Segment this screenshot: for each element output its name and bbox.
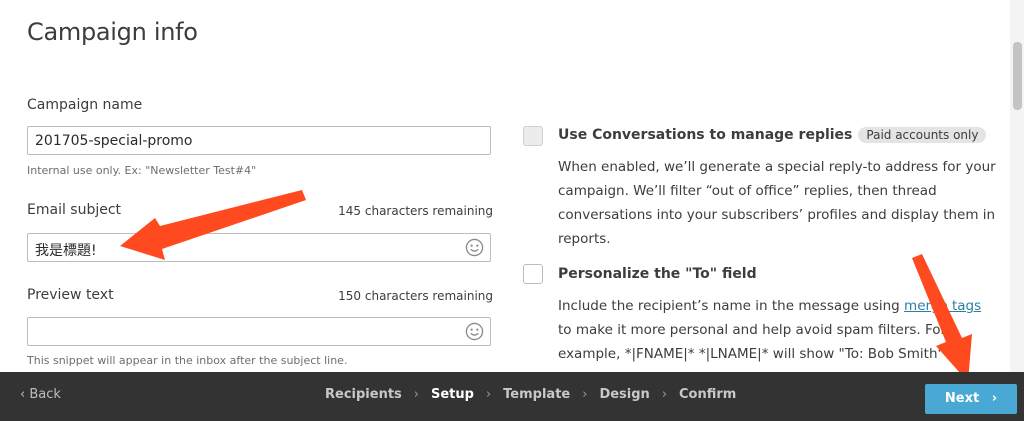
step-separator-icon: › xyxy=(661,387,668,402)
personalize-desc-part2: to make it more personal and help avoid … xyxy=(558,322,961,362)
campaign-name-value: 201705-special-promo xyxy=(35,133,193,149)
merge-tags-link[interactable]: merge tags xyxy=(904,298,981,314)
email-subject-value: 我是標題! xyxy=(35,243,97,259)
chevron-right-icon: › xyxy=(991,391,998,406)
preview-text-input[interactable] xyxy=(27,317,491,346)
scrollbar-thumb[interactable] xyxy=(1013,42,1022,110)
conversations-label-text: Use Conversations to manage replies xyxy=(558,127,853,143)
step-separator-icon: › xyxy=(485,387,492,402)
preview-text-label: Preview text xyxy=(27,287,114,303)
preview-text-remaining: 150 characters remaining xyxy=(338,289,493,303)
step-navigation: Recipients › Setup › Template › Design › Confirm xyxy=(325,387,736,402)
step-separator-icon: › xyxy=(413,387,419,402)
scrollbar[interactable] xyxy=(1010,0,1024,372)
campaign-name-hint: Internal use only. Ex: "Newsletter Test#… xyxy=(27,164,257,177)
personalize-desc-part1: Include the recipient’s name in the mess… xyxy=(558,298,905,314)
email-subject-label: Email subject xyxy=(27,202,122,218)
personalize-checkbox[interactable] xyxy=(523,264,543,284)
step-confirm[interactable]: Confirm xyxy=(679,387,736,402)
email-subject-input[interactable]: 我是標題! xyxy=(27,233,491,262)
footer-bar: ‹ Back Recipients › Setup › Template › Design ›… xyxy=(0,372,1024,421)
smiley-icon[interactable] xyxy=(465,322,484,341)
conversations-label: Use Conversations to manage replies Paid … xyxy=(558,127,987,143)
step-template[interactable]: Template xyxy=(503,387,570,402)
step-recipients[interactable]: Recipients xyxy=(325,387,402,402)
step-setup[interactable]: Setup xyxy=(431,387,474,402)
campaign-name-input[interactable]: 201705-special-promo xyxy=(27,126,491,155)
smiley-icon[interactable] xyxy=(465,238,484,257)
personalize-description: Include the recipient’s name in the mess… xyxy=(558,294,998,372)
next-button[interactable]: Next › xyxy=(925,384,1017,414)
conversations-checkbox[interactable] xyxy=(523,126,543,146)
next-label: Next xyxy=(944,391,980,406)
page-title: Campaign info xyxy=(27,18,198,46)
preview-text-hint: This snippet will appear in the inbox af… xyxy=(27,354,348,367)
conversations-description: When enabled, we’ll generate a special r… xyxy=(558,159,996,247)
paid-accounts-badge: Paid accounts only xyxy=(858,127,987,143)
step-design[interactable]: Design xyxy=(599,387,649,402)
chevron-left-icon: ‹ xyxy=(20,387,26,402)
step-separator-icon: › xyxy=(582,387,588,402)
campaign-name-label: Campaign name xyxy=(27,97,143,113)
back-button[interactable]: ‹ Back xyxy=(20,387,61,402)
back-label: Back xyxy=(29,387,61,402)
personalize-label: Personalize the "To" field xyxy=(558,266,757,282)
email-subject-remaining: 145 characters remaining xyxy=(338,204,493,218)
